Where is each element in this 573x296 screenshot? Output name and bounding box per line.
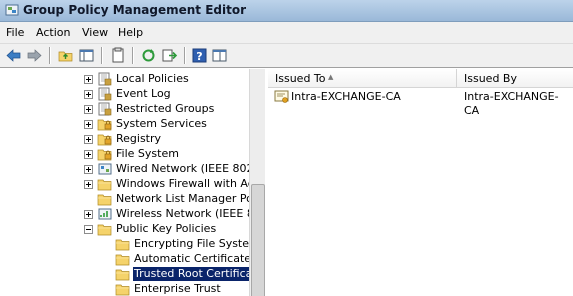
tree-item[interactable]: System Services xyxy=(0,117,249,132)
expand-icon[interactable] xyxy=(84,165,93,174)
policy-folder-icon xyxy=(98,72,112,86)
tree-item-label: Automatic Certificate Req xyxy=(134,252,265,265)
app-window: Group Policy Management Editor File Acti… xyxy=(0,0,573,296)
tree-item-label: Windows Firewall with Advanc xyxy=(116,177,265,190)
tree-item[interactable]: Enterprise Trust xyxy=(0,282,249,296)
column-header-issued-to[interactable]: Issued To ▲ xyxy=(268,69,457,88)
tree-item[interactable]: Windows Firewall with Advanc xyxy=(0,177,264,192)
properties-icon[interactable] xyxy=(109,47,126,64)
export-list-icon[interactable] xyxy=(161,47,178,64)
folder-icon xyxy=(115,254,130,266)
menu-help[interactable]: Help xyxy=(118,26,143,39)
tree-item[interactable]: Encrypting File System xyxy=(0,237,260,252)
column-label: Issued By xyxy=(464,72,517,85)
help-icon[interactable]: ? xyxy=(191,47,208,64)
up-folder-icon[interactable] xyxy=(57,47,74,64)
tree-item[interactable]: Restricted Groups xyxy=(0,102,249,117)
tree-item[interactable]: File System xyxy=(0,147,249,162)
network-policy-icon xyxy=(98,163,112,175)
toolbar-separator xyxy=(49,47,51,64)
column-label: Issued To xyxy=(275,72,326,85)
scrollbar-thumb[interactable] xyxy=(251,184,265,296)
policy-folder-icon xyxy=(98,87,112,101)
title-bar: Group Policy Management Editor xyxy=(0,0,573,22)
tree-vertical-scrollbar[interactable] xyxy=(249,69,265,296)
expand-icon[interactable] xyxy=(84,150,93,159)
show-hide-tree-icon[interactable] xyxy=(78,47,95,64)
toolbar-separator xyxy=(101,47,103,64)
expand-icon[interactable] xyxy=(84,135,93,144)
tree-item-label: Registry xyxy=(116,132,162,145)
tree-item-label: Event Log xyxy=(116,87,171,100)
tree-item-label: Network List Manager Policies xyxy=(116,192,265,205)
tree-item[interactable]: Local Policies xyxy=(0,72,249,87)
toolbar-separator xyxy=(184,47,186,64)
console-tree-icon[interactable] xyxy=(211,47,228,64)
tree-item-label: Wireless Network (IEEE 802.1 xyxy=(116,207,265,220)
cell-issued-to: Intra-EXCHANGE-CA xyxy=(291,90,401,103)
list-row[interactable]: Intra-EXCHANGE-CA Intra-EXCHANGE-CA xyxy=(268,89,573,117)
folder-icon xyxy=(97,179,112,191)
menu-action[interactable]: Action xyxy=(36,26,70,39)
svg-text:?: ? xyxy=(196,50,202,63)
tree-item[interactable]: Trusted Root Certification xyxy=(0,267,264,282)
tree-item-label: Public Key Policies xyxy=(116,222,217,235)
tree-item[interactable]: Wireless Network (IEEE 802.1 xyxy=(0,207,264,222)
locked-folder-icon xyxy=(97,134,112,146)
folder-icon xyxy=(115,269,130,281)
back-icon[interactable] xyxy=(5,47,22,64)
tree-item-label: Trusted Root Certification xyxy=(133,267,264,281)
toolbar: ? xyxy=(0,44,573,68)
expand-icon[interactable] xyxy=(84,180,93,189)
tree-item-label: Encrypting File System xyxy=(134,237,260,250)
expand-icon[interactable] xyxy=(84,90,93,99)
group-policy-icon xyxy=(5,4,19,16)
column-header-issued-by[interactable]: Issued By xyxy=(457,69,573,88)
folder-icon xyxy=(97,194,112,206)
refresh-icon[interactable] xyxy=(140,47,157,64)
tree-item-label: System Services xyxy=(116,117,207,130)
wireless-policy-icon xyxy=(98,208,112,220)
console-tree-pane[interactable]: Local Policies Event Log Restricted Groups… xyxy=(0,69,265,296)
sort-ascending-icon: ▲ xyxy=(328,73,334,81)
folder-icon xyxy=(97,224,112,236)
tree-item[interactable]: Wired Network (IEEE 802.3) P xyxy=(0,162,264,177)
expand-icon[interactable] xyxy=(84,75,93,84)
folder-icon xyxy=(115,284,130,296)
tree-item-label: Enterprise Trust xyxy=(134,282,221,295)
cell-issued-by: Intra-EXCHANGE-CA xyxy=(464,90,559,117)
tree-item-label: File System xyxy=(116,147,179,160)
tree-item[interactable]: Event Log xyxy=(0,87,249,102)
tree-item[interactable]: Automatic Certificate Req xyxy=(0,252,264,267)
expand-icon[interactable] xyxy=(84,120,93,129)
expand-icon[interactable] xyxy=(84,210,93,219)
window-title: Group Policy Management Editor xyxy=(23,3,247,17)
tree-item-label: Restricted Groups xyxy=(116,102,215,115)
expand-icon[interactable] xyxy=(84,105,93,114)
tree-item-label: Local Policies xyxy=(116,72,189,85)
menu-file[interactable]: File xyxy=(6,26,24,39)
locked-folder-icon xyxy=(97,119,112,131)
tree-item[interactable]: Registry xyxy=(0,132,249,147)
tree-item-label: Wired Network (IEEE 802.3) P xyxy=(116,162,265,175)
collapse-icon[interactable] xyxy=(84,225,93,234)
locked-folder-icon xyxy=(97,149,112,161)
policy-folder-icon xyxy=(98,102,112,116)
details-pane[interactable]: Issued To ▲ Issued By Intra-EXCHANGE-CA … xyxy=(268,69,573,296)
menu-bar: File Action View Help xyxy=(0,22,573,44)
tree-item[interactable]: Network List Manager Policies xyxy=(0,192,264,207)
certificate-icon xyxy=(274,90,289,103)
toolbar-separator xyxy=(132,47,134,64)
tree-item[interactable]: Public Key Policies xyxy=(0,222,249,237)
forward-icon[interactable] xyxy=(26,47,43,64)
folder-icon xyxy=(115,239,130,251)
menu-view[interactable]: View xyxy=(82,26,108,39)
